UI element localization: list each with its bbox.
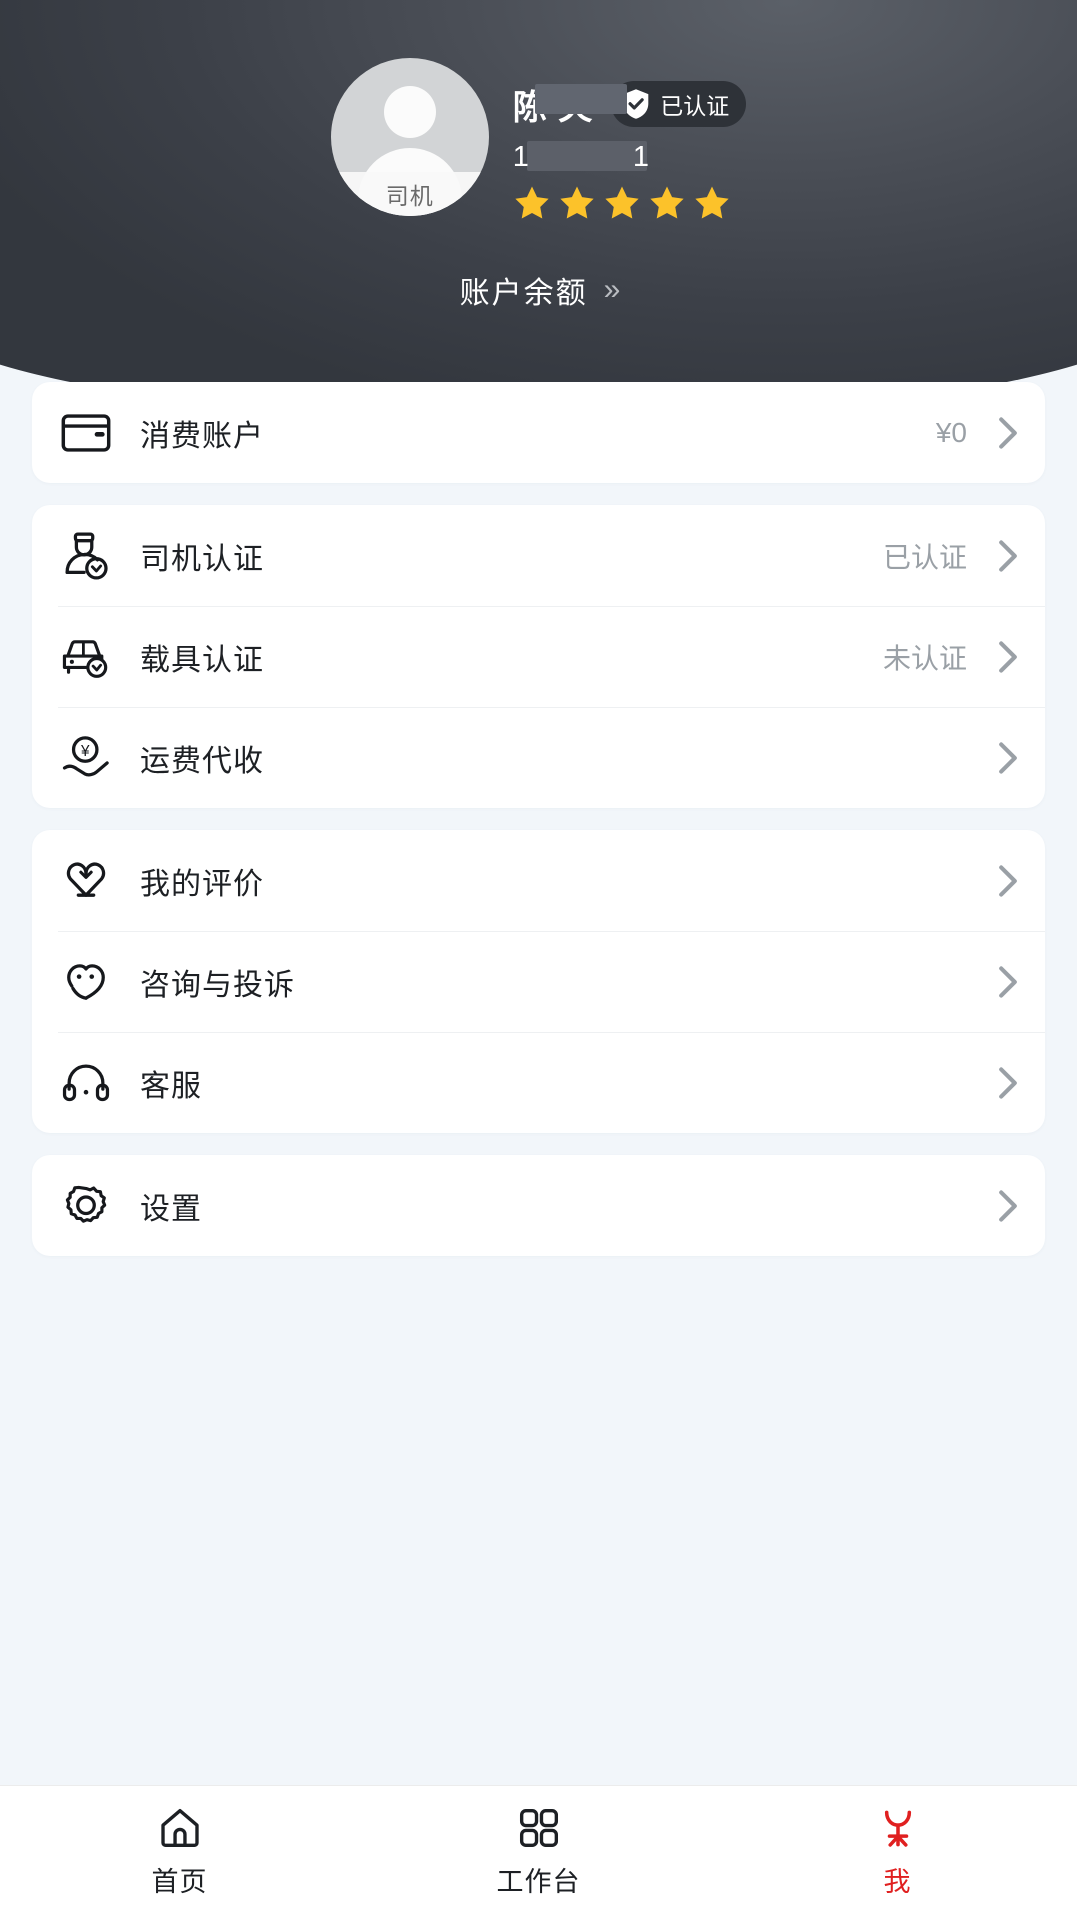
list-item-vehicle-certification[interactable]: 载具认证 未认证 [32, 606, 1045, 707]
account-balance-label: 账户余额 [459, 277, 588, 310]
gear-icon [58, 1178, 114, 1234]
headset-icon [58, 1055, 114, 1111]
list-item-settings[interactable]: 设置 [32, 1155, 1045, 1256]
list-item-value: ¥0 [935, 416, 967, 448]
tab-label: 我 [883, 1866, 912, 1897]
chevron-right-icon [999, 1189, 1017, 1222]
complaint-icon [58, 954, 114, 1010]
profile-header: 司机 陈 夫 已认证 [0, 0, 1077, 420]
list-item-value: 已认证 [882, 541, 967, 573]
status-badge[interactable]: 已认证 [611, 81, 747, 127]
double-chevron-right-icon: » [603, 273, 621, 306]
avatar-head-shape [383, 86, 436, 138]
list-item-consult-complaint[interactable]: 咨询与投诉 [32, 931, 1045, 1032]
chevron-right-icon [999, 864, 1017, 897]
account-group: 消费账户 ¥0 [32, 382, 1045, 483]
list-item-label: 咨询与投诉 [140, 968, 295, 1002]
list-item-label: 我的评价 [140, 867, 264, 901]
driver-badge-icon [58, 528, 114, 584]
user-name: 陈 夫 [513, 80, 627, 129]
person-outline-icon [884, 1810, 911, 1847]
list-item-label: 运费代收 [140, 744, 264, 778]
name-redaction-bar [534, 83, 627, 114]
star-icon [650, 186, 684, 219]
tab-home[interactable]: 首页 [0, 1805, 359, 1899]
credit-card-icon [58, 405, 114, 461]
rating-stars [513, 184, 746, 222]
stat-value-first: 1 [512, 140, 529, 173]
list-item-label: 载具认证 [140, 643, 264, 677]
list-item-label: 客服 [140, 1069, 202, 1103]
status-badge-label: 已认证 [660, 93, 730, 119]
stats-redaction-bar [526, 141, 647, 171]
account-balance-entry[interactable]: 账户余额 » [0, 268, 1077, 312]
list-item-customer-service[interactable]: 客服 [32, 1032, 1045, 1133]
chevron-right-icon [999, 539, 1017, 572]
freight-collect-icon: ¥ [58, 730, 114, 786]
list-item-consumption-account[interactable]: 消费账户 ¥0 [32, 382, 1045, 483]
service-group: 我的评价 咨询与投诉 客服 [32, 830, 1045, 1133]
chevron-right-icon [999, 741, 1017, 774]
chevron-right-icon [999, 1066, 1017, 1099]
list-item-my-reviews[interactable]: 我的评价 [32, 830, 1045, 931]
svg-text:¥: ¥ [80, 743, 90, 760]
chevron-right-icon [999, 965, 1017, 998]
settings-group: 设置 [32, 1155, 1045, 1256]
star-icon [515, 186, 549, 219]
list-item-value: 未认证 [882, 642, 967, 674]
profile-summary: 司机 陈 夫 已认证 [0, 58, 1077, 222]
home-icon [160, 1808, 199, 1847]
tab-label: 工作台 [496, 1866, 581, 1897]
stat-value-second: 1 [632, 140, 650, 173]
list-item-label: 消费账户 [140, 419, 264, 453]
avatar[interactable]: 司机 [330, 58, 489, 216]
avatar-role-label: 司机 [330, 172, 489, 216]
name-block: 陈 夫 已认证 1 [513, 58, 747, 222]
name-line: 陈 夫 已认证 [513, 80, 747, 129]
chevron-right-icon [999, 416, 1017, 449]
star-icon [605, 186, 639, 219]
list-item-driver-certification[interactable]: 司机认证 已认证 [32, 505, 1045, 606]
bottom-tab-bar: 首页 工作台 我 [0, 1785, 1077, 1917]
review-icon [58, 853, 114, 909]
list-item-freight-collection[interactable]: ¥ 运费代收 [32, 707, 1045, 808]
tab-profile[interactable]: 我 [718, 1805, 1077, 1899]
chevron-right-icon [999, 640, 1017, 673]
star-icon [695, 186, 729, 219]
list-item-label: 设置 [140, 1192, 202, 1226]
grid-icon [519, 1808, 558, 1847]
list-item-label: 司机认证 [140, 542, 264, 576]
tab-workbench[interactable]: 工作台 [359, 1805, 718, 1899]
menu-list: 消费账户 ¥0 司机认证 已认证 载具认证 未认证 ¥ 运费代收 我的评价 咨询… [0, 382, 1077, 1785]
stats-line: 1 1 [513, 138, 746, 176]
tab-label: 首页 [151, 1866, 208, 1897]
profile-screen: 司机 陈 夫 已认证 [0, 0, 1077, 1917]
vehicle-check-icon [58, 629, 114, 685]
certification-group: 司机认证 已认证 载具认证 未认证 ¥ 运费代收 [32, 505, 1045, 808]
star-icon [560, 186, 594, 219]
